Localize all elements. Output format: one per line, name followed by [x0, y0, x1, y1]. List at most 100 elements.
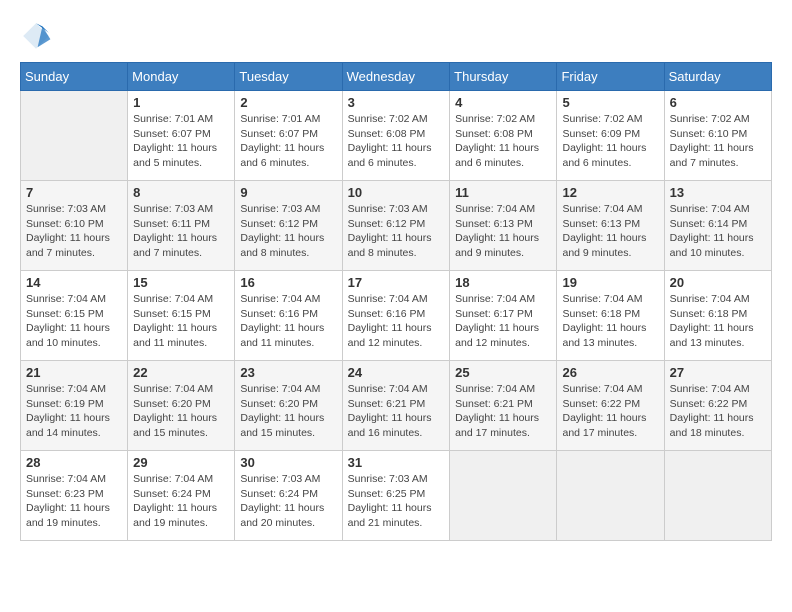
day-info: Sunrise: 7:03 AM Sunset: 6:11 PM Dayligh… — [133, 202, 229, 261]
day-number: 25 — [455, 365, 551, 380]
day-info: Sunrise: 7:04 AM Sunset: 6:23 PM Dayligh… — [26, 472, 122, 531]
calendar-header: SundayMondayTuesdayWednesdayThursdayFrid… — [21, 63, 772, 91]
calendar-cell: 27Sunrise: 7:04 AM Sunset: 6:22 PM Dayli… — [664, 361, 771, 451]
day-number: 24 — [348, 365, 445, 380]
day-number: 17 — [348, 275, 445, 290]
day-number: 9 — [240, 185, 336, 200]
calendar-cell: 28 Sunrise: 7:04 AM Sunset: 6:23 PM Dayli… — [21, 451, 128, 541]
weekday-header-tuesday: Tuesday — [235, 63, 342, 91]
page-header — [20, 20, 772, 52]
day-info: Sunrise: 7:01 AM Sunset: 6:07 PM Dayligh… — [240, 112, 336, 171]
day-info: Sunrise: 7:01 AM Sunset: 6:07 PM Dayligh… — [133, 112, 229, 171]
day-info: Sunrise: 7:04 AM Sunset: 6:24 PM Dayligh… — [133, 472, 229, 531]
day-info: Sunrise: 7:04 AM Sunset: 6:21 PM Dayligh… — [348, 382, 445, 441]
calendar-cell: 12 Sunrise: 7:04 AM Sunset: 6:13 PM Dayli… — [557, 181, 664, 271]
day-number: 11 — [455, 185, 551, 200]
day-info: Sunrise: 7:03 AM Sunset: 6:12 PM Dayligh… — [348, 202, 445, 261]
calendar-cell: 1 Sunrise: 7:01 AM Sunset: 6:07 PM Daylig… — [128, 91, 235, 181]
day-info: Sunrise: 7:02 AM Sunset: 6:08 PM Dayligh… — [455, 112, 551, 171]
day-number: 1 — [133, 95, 229, 110]
calendar-cell: 19 Sunrise: 7:04 AM Sunset: 6:18 PM Dayli… — [557, 271, 664, 361]
calendar-week-1: 1 Sunrise: 7:01 AM Sunset: 6:07 PM Daylig… — [21, 91, 772, 181]
day-info: Sunrise: 7:04 AM Sunset: 6:21 PM Dayligh… — [455, 382, 551, 441]
calendar-cell: 14 Sunrise: 7:04 AM Sunset: 6:15 PM Dayli… — [21, 271, 128, 361]
day-info: Sunrise: 7:03 AM Sunset: 6:25 PM Dayligh… — [348, 472, 445, 531]
calendar-table: SundayMondayTuesdayWednesdayThursdayFrid… — [20, 62, 772, 541]
day-info: Sunrise: 7:04 AM Sunset: 6:15 PM Dayligh… — [26, 292, 122, 351]
calendar-cell: 18Sunrise: 7:04 AM Sunset: 6:17 PM Dayli… — [450, 271, 557, 361]
day-number: 10 — [348, 185, 445, 200]
day-number: 26 — [562, 365, 658, 380]
calendar-cell: 24 Sunrise: 7:04 AM Sunset: 6:21 PM Dayli… — [342, 361, 450, 451]
calendar-cell — [664, 451, 771, 541]
calendar-cell: 15Sunrise: 7:04 AM Sunset: 6:15 PM Dayli… — [128, 271, 235, 361]
day-info: Sunrise: 7:04 AM Sunset: 6:14 PM Dayligh… — [670, 202, 766, 261]
calendar-cell: 17 Sunrise: 7:04 AM Sunset: 6:16 PM Dayli… — [342, 271, 450, 361]
day-number: 12 — [562, 185, 658, 200]
day-info: Sunrise: 7:04 AM Sunset: 6:13 PM Dayligh… — [455, 202, 551, 261]
day-info: Sunrise: 7:04 AM Sunset: 6:22 PM Dayligh… — [562, 382, 658, 441]
calendar-cell: 23Sunrise: 7:04 AM Sunset: 6:20 PM Dayli… — [235, 361, 342, 451]
day-number: 22 — [133, 365, 229, 380]
calendar-week-3: 14 Sunrise: 7:04 AM Sunset: 6:15 PM Dayli… — [21, 271, 772, 361]
day-number: 5 — [562, 95, 658, 110]
day-info: Sunrise: 7:04 AM Sunset: 6:16 PM Dayligh… — [348, 292, 445, 351]
weekday-header-saturday: Saturday — [664, 63, 771, 91]
day-number: 30 — [240, 455, 336, 470]
calendar-cell: 31 Sunrise: 7:03 AM Sunset: 6:25 PM Dayli… — [342, 451, 450, 541]
calendar-cell: 10 Sunrise: 7:03 AM Sunset: 6:12 PM Dayli… — [342, 181, 450, 271]
day-info: Sunrise: 7:04 AM Sunset: 6:13 PM Dayligh… — [562, 202, 658, 261]
weekday-header-sunday: Sunday — [21, 63, 128, 91]
calendar-cell: 22 Sunrise: 7:04 AM Sunset: 6:20 PM Dayli… — [128, 361, 235, 451]
day-info: Sunrise: 7:03 AM Sunset: 6:24 PM Dayligh… — [240, 472, 336, 531]
day-info: Sunrise: 7:03 AM Sunset: 6:10 PM Dayligh… — [26, 202, 122, 261]
calendar-cell: 9 Sunrise: 7:03 AM Sunset: 6:12 PM Daylig… — [235, 181, 342, 271]
calendar-cell: 3 Sunrise: 7:02 AM Sunset: 6:08 PM Daylig… — [342, 91, 450, 181]
day-number: 29 — [133, 455, 229, 470]
day-number: 23 — [240, 365, 336, 380]
calendar-cell — [450, 451, 557, 541]
calendar-cell: 6 Sunrise: 7:02 AM Sunset: 6:10 PM Daylig… — [664, 91, 771, 181]
day-info: Sunrise: 7:04 AM Sunset: 6:20 PM Dayligh… — [133, 382, 229, 441]
weekday-header-monday: Monday — [128, 63, 235, 91]
calendar-cell: 16 Sunrise: 7:04 AM Sunset: 6:16 PM Dayli… — [235, 271, 342, 361]
calendar-week-2: 7 Sunrise: 7:03 AM Sunset: 6:10 PM Daylig… — [21, 181, 772, 271]
day-number: 7 — [26, 185, 122, 200]
day-info: Sunrise: 7:04 AM Sunset: 6:18 PM Dayligh… — [670, 292, 766, 351]
calendar-cell: 26 Sunrise: 7:04 AM Sunset: 6:22 PM Dayli… — [557, 361, 664, 451]
day-number: 21 — [26, 365, 122, 380]
logo-icon — [20, 20, 52, 52]
day-info: Sunrise: 7:04 AM Sunset: 6:18 PM Dayligh… — [562, 292, 658, 351]
calendar-cell — [557, 451, 664, 541]
day-info: Sunrise: 7:02 AM Sunset: 6:08 PM Dayligh… — [348, 112, 445, 171]
day-number: 18 — [455, 275, 551, 290]
calendar-cell: 11 Sunrise: 7:04 AM Sunset: 6:13 PM Dayli… — [450, 181, 557, 271]
day-number: 16 — [240, 275, 336, 290]
calendar-cell: 4Sunrise: 7:02 AM Sunset: 6:08 PM Daylig… — [450, 91, 557, 181]
day-number: 31 — [348, 455, 445, 470]
day-number: 3 — [348, 95, 445, 110]
day-info: Sunrise: 7:02 AM Sunset: 6:09 PM Dayligh… — [562, 112, 658, 171]
day-info: Sunrise: 7:03 AM Sunset: 6:12 PM Dayligh… — [240, 202, 336, 261]
day-number: 13 — [670, 185, 766, 200]
day-number: 28 — [26, 455, 122, 470]
calendar-week-4: 21 Sunrise: 7:04 AM Sunset: 6:19 PM Dayli… — [21, 361, 772, 451]
calendar-cell: 2Sunrise: 7:01 AM Sunset: 6:07 PM Daylig… — [235, 91, 342, 181]
day-number: 20 — [670, 275, 766, 290]
day-info: Sunrise: 7:02 AM Sunset: 6:10 PM Dayligh… — [670, 112, 766, 171]
calendar-cell: 20 Sunrise: 7:04 AM Sunset: 6:18 PM Dayli… — [664, 271, 771, 361]
day-info: Sunrise: 7:04 AM Sunset: 6:16 PM Dayligh… — [240, 292, 336, 351]
day-number: 6 — [670, 95, 766, 110]
day-number: 19 — [562, 275, 658, 290]
calendar-cell — [21, 91, 128, 181]
calendar-cell: 29 Sunrise: 7:04 AM Sunset: 6:24 PM Dayli… — [128, 451, 235, 541]
day-info: Sunrise: 7:04 AM Sunset: 6:19 PM Dayligh… — [26, 382, 122, 441]
day-number: 15 — [133, 275, 229, 290]
day-number: 27 — [670, 365, 766, 380]
calendar-body: 1 Sunrise: 7:01 AM Sunset: 6:07 PM Daylig… — [21, 91, 772, 541]
calendar-cell: 13 Sunrise: 7:04 AM Sunset: 6:14 PM Dayli… — [664, 181, 771, 271]
weekday-header-wednesday: Wednesday — [342, 63, 450, 91]
day-number: 14 — [26, 275, 122, 290]
calendar-cell: 5 Sunrise: 7:02 AM Sunset: 6:09 PM Daylig… — [557, 91, 664, 181]
calendar-cell: 30 Sunrise: 7:03 AM Sunset: 6:24 PM Dayli… — [235, 451, 342, 541]
